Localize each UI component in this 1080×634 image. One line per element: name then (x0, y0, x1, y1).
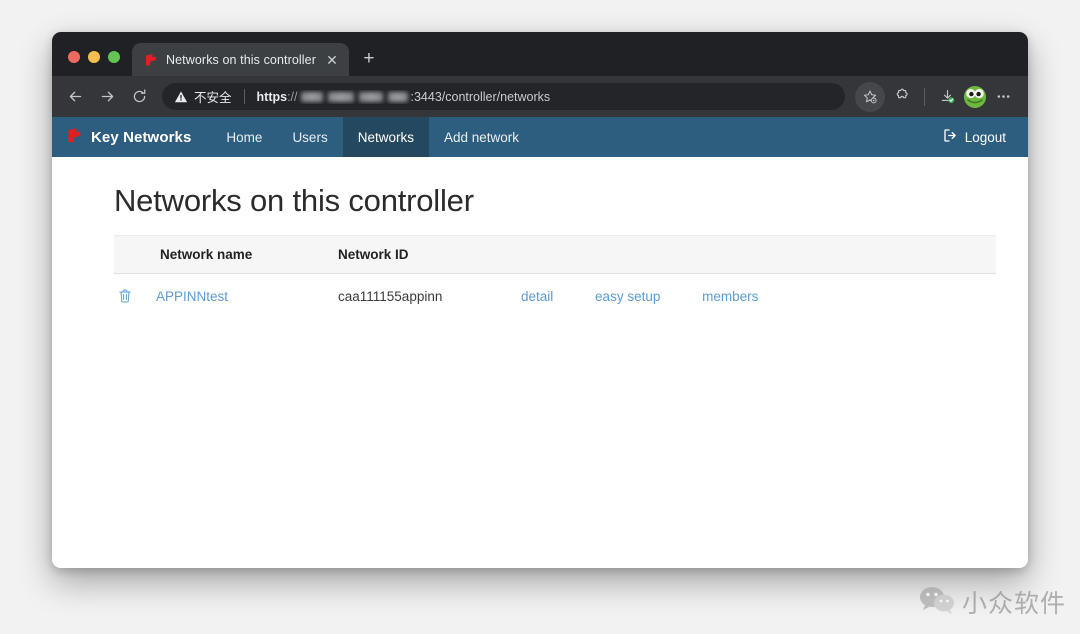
column-header-links (521, 235, 996, 274)
column-header-network-id: Network ID (338, 235, 521, 274)
extensions-puzzle-icon[interactable] (887, 82, 917, 112)
trash-icon[interactable] (116, 287, 133, 304)
close-icon[interactable]: ✕ (324, 52, 340, 68)
logout-label: Logout (964, 129, 1006, 145)
window-minimize-button[interactable] (88, 51, 100, 63)
network-actions-cell: detail easy setup members (521, 274, 996, 320)
app-navbar: Key Networks Home Users Networks Add net… (52, 117, 1028, 157)
table-row: APPINNtest caa111155appinn detail easy s… (114, 274, 996, 320)
navbar-spacer (534, 117, 928, 157)
key-networks-logo-icon (66, 127, 83, 148)
easy-setup-link[interactable]: easy setup (595, 289, 660, 304)
browser-tab[interactable]: Networks on this controller ✕ (132, 43, 349, 76)
omnibox-divider (243, 89, 245, 104)
url-path: :3443/controller/networks (410, 89, 551, 104)
brand-link[interactable]: Key Networks (52, 117, 211, 157)
download-complete-icon[interactable] (932, 82, 962, 112)
nav-item-home-label: Home (226, 129, 263, 145)
more-menu-icon[interactable] (988, 82, 1018, 112)
window-close-button[interactable] (68, 51, 80, 63)
url-host-redacted (300, 91, 408, 102)
delete-network-cell (114, 274, 156, 320)
brand-name: Key Networks (91, 128, 192, 146)
networks-table-head: Network name Network ID (114, 235, 996, 274)
arrow-left-icon[interactable] (60, 82, 90, 112)
sign-out-icon (943, 128, 958, 146)
nav-item-users-label: Users (292, 129, 328, 145)
toolbar-divider (924, 87, 925, 106)
detail-link[interactable]: detail (521, 289, 553, 304)
reload-icon[interactable] (124, 82, 154, 112)
networks-table: Network name Network ID APPINNtest caa11… (114, 235, 996, 320)
browser-tab-strip: Networks on this controller ✕ + (52, 32, 1028, 76)
profile-avatar-frog-icon[interactable] (964, 85, 986, 108)
table-header-row: Network name Network ID (114, 235, 996, 274)
network-name-cell: APPINNtest (156, 274, 338, 320)
nav-item-networks[interactable]: Networks (342, 117, 429, 157)
browser-window: Networks on this controller ✕ + 不安全 http… (52, 32, 1028, 568)
security-status-label: 不安全 (194, 91, 232, 105)
column-header-network-name: Network name (156, 235, 338, 274)
arrow-right-icon[interactable] (92, 82, 122, 112)
address-bar-url: https:// :3443/controller/networks (257, 90, 551, 104)
browser-tab-title: Networks on this controller (166, 52, 316, 67)
network-id-cell: caa111155appinn (338, 289, 443, 305)
warning-triangle-icon (174, 90, 188, 104)
page-content: Networks on this controller Network name… (52, 157, 1028, 568)
url-separator: :// (287, 89, 298, 104)
nav-item-networks-label: Networks (357, 129, 414, 145)
wechat-icon (919, 585, 955, 620)
nav-item-add-network-label: Add network (443, 129, 520, 145)
watermark-text: 小众软件 (961, 589, 1066, 618)
nav-item-users[interactable]: Users (277, 117, 342, 157)
nav-item-home[interactable]: Home (211, 117, 277, 157)
networks-table-body: APPINNtest caa111155appinn detail easy s… (114, 274, 996, 320)
network-name-link[interactable]: APPINNtest (156, 289, 228, 304)
window-traffic-lights (64, 51, 132, 76)
key-networks-logo-icon (143, 52, 158, 67)
window-maximize-button[interactable] (108, 51, 120, 63)
logout-button[interactable]: Logout (928, 117, 1028, 157)
column-header-actions-icon (114, 235, 156, 274)
bookmark-star-icon[interactable] (855, 81, 885, 112)
browser-toolbar: 不安全 https:// :3443/controller/networks (52, 76, 1028, 117)
address-bar[interactable]: 不安全 https:// :3443/controller/networks (162, 83, 845, 110)
members-link[interactable]: members (702, 289, 758, 304)
page-title: Networks on this controller (114, 183, 474, 218)
url-scheme: https (256, 89, 288, 104)
nav-item-add-network[interactable]: Add network (429, 117, 534, 157)
watermark: 小众软件 (919, 584, 1066, 620)
plus-icon[interactable]: + (355, 45, 383, 73)
